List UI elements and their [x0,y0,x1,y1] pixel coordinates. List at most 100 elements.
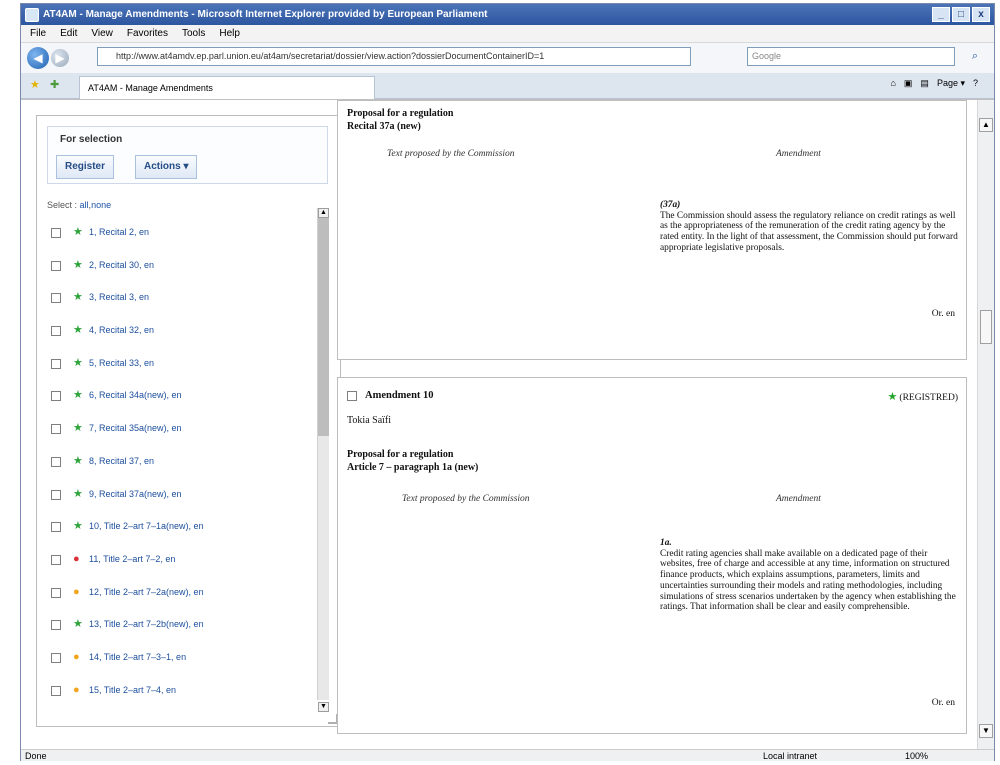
menu-help[interactable]: Help [219,28,240,39]
maximize-icon[interactable]: □ [952,7,970,22]
amendment-text: 1a. Credit rating agencies shall make av… [660,538,958,613]
scroll-thumb[interactable] [318,218,329,436]
column-right-heading: Amendment [776,149,821,159]
tab-active[interactable]: AT4AM - Manage Amendments [79,76,375,99]
select-all-link[interactable]: all [80,200,89,210]
menu-file[interactable]: File [30,28,46,39]
desktop-frame: AT4AM - Manage Amendments - Microsoft In… [0,0,1000,765]
minimize-icon[interactable]: _ [932,7,950,22]
scroll-down-icon[interactable]: ▼ [318,702,329,712]
status-text: (REGISTRED) [899,393,958,403]
status-icon: ● [73,683,80,696]
print-icon[interactable]: ▤ [920,78,929,89]
checkbox[interactable] [51,685,61,696]
list-item-label[interactable]: 13, Title 2–art 7–2b(new), en [89,619,204,629]
checkbox[interactable] [51,326,61,337]
list-item[interactable]: ● 12, Title 2–art 7–2a(new), en [51,585,306,618]
address-field[interactable]: http://www.at4amdv.ep.parl.union.eu/at4a… [97,47,691,66]
page-scroll-thumb[interactable] [980,310,992,344]
favorites-star-icon[interactable]: ★ [30,78,40,91]
list-item-label[interactable]: 7, Recital 35a(new), en [89,423,182,433]
list-item[interactable]: ● 11, Title 2–art 7–2, en [51,552,306,585]
checkbox[interactable] [51,456,61,467]
amendment-title: Amendment 10 [365,390,434,401]
window-titlebar: AT4AM - Manage Amendments - Microsoft In… [21,4,994,25]
checkbox[interactable] [51,260,61,271]
feeds-icon[interactable]: ▣ [904,78,913,89]
register-button[interactable]: Register [56,155,115,179]
list-item-label[interactable]: 1, Recital 2, en [89,227,149,237]
checkbox[interactable] [51,391,61,402]
page-scrollbar[interactable]: ▲ ▼ [977,100,994,750]
zoom-label[interactable]: 100% [905,750,928,762]
checkbox[interactable] [51,587,61,598]
list-item[interactable]: ● 14, Title 2–art 7–3–1, en [51,650,306,683]
checkbox[interactable] [51,293,61,304]
select-label: Select : [47,200,78,210]
column-left-heading: Text proposed by the Commission [387,149,515,159]
home-icon[interactable]: ⌂ [890,78,895,89]
page-scroll-up-icon[interactable]: ▲ [979,118,993,132]
list-item[interactable]: ★ 9, Recital 37a(new), en [51,487,306,520]
list-item[interactable]: ★ 4, Recital 32, en [51,323,306,356]
list-item[interactable]: ★ 2, Recital 30, en [51,258,306,291]
address-bar: ◀ ▶ http://www.at4amdv.ep.parl.union.eu/… [21,43,994,73]
menu-favorites[interactable]: Favorites [127,28,168,39]
list-item-label[interactable]: 2, Recital 30, en [89,260,154,270]
tab-bar: ★ ✚ AT4AM - Manage Amendments ⌂ ▣ ▤ Page… [21,73,994,99]
list-item-label[interactable]: 14, Title 2–art 7–3–1, en [89,652,186,662]
list-item-label[interactable]: 15, Title 2–art 7–4, en [89,685,176,695]
checkbox[interactable] [51,228,61,238]
amendment-body: The Commission should assess the regulat… [660,210,958,253]
checkbox[interactable] [51,652,61,663]
amendment-checkbox[interactable] [347,390,357,401]
list-item-label[interactable]: 10, Title 2–art 7–1a(new), en [89,521,204,531]
select-none-link[interactable]: none [91,200,111,210]
page-scroll-down-icon[interactable]: ▼ [979,724,993,738]
list-item-label[interactable]: 3, Recital 3, en [89,292,149,302]
list-item[interactable]: ★ 6, Recital 34a(new), en [51,388,306,421]
search-field[interactable]: Google [747,47,955,66]
scroll-up-icon[interactable]: ▲ [318,208,329,218]
list-item[interactable]: ★ 3, Recital 3, en [51,290,306,323]
list-item[interactable]: ● 15, Title 2–art 7–4, en [51,683,306,716]
menu-view[interactable]: View [91,28,113,39]
checkbox[interactable] [51,620,61,631]
checkbox[interactable] [51,522,61,533]
list-scrollbar[interactable]: ▲ ▼ [317,208,329,712]
list-item-label[interactable]: 11, Title 2–art 7–2, en [89,554,175,564]
list-item-label[interactable]: 8, Recital 37, en [89,456,154,466]
search-icon[interactable]: ⌕ [972,50,978,63]
checkbox[interactable] [51,489,61,500]
list-item[interactable]: ★ 5, Recital 33, en [51,356,306,389]
list-item[interactable]: ★ 7, Recital 35a(new), en [51,421,306,454]
page-menu[interactable]: Page ▾ [937,78,965,89]
close-icon[interactable]: x [972,7,990,22]
list-item[interactable]: ★ 1, Recital 2, en [51,225,306,258]
checkbox[interactable] [51,358,61,369]
list-item-label[interactable]: 9, Recital 37a(new), en [89,489,182,499]
status-icon: ★ [73,356,83,369]
window-controls: _ □ x [932,7,990,22]
forward-button[interactable]: ▶ [51,49,69,67]
list-item-label[interactable]: 12, Title 2–art 7–2a(new), en [89,587,204,597]
list-item[interactable]: ★ 13, Title 2–art 7–2b(new), en [51,617,306,650]
status-icon: ★ [73,291,83,304]
status-icon: ● [73,650,80,663]
list-item-label[interactable]: 4, Recital 32, en [89,325,154,335]
list-item-label[interactable]: 5, Recital 33, en [89,358,154,368]
list-item[interactable]: ★ 8, Recital 37, en [51,454,306,487]
column-left-heading: Text proposed by the Commission [402,494,530,504]
add-favorites-icon[interactable]: ✚ [50,78,59,91]
menu-tools[interactable]: Tools [182,28,205,39]
status-bar: Done Local intranet 100% [21,749,994,761]
list-item-label[interactable]: 6, Recital 34a(new), en [89,390,182,400]
back-button[interactable]: ◀ [27,47,49,69]
help-icon[interactable]: ? [973,78,978,89]
checkbox[interactable] [51,424,61,435]
checkbox[interactable] [51,554,61,565]
status-icon: ★ [73,520,83,533]
menu-edit[interactable]: Edit [60,28,77,39]
actions-button[interactable]: Actions ▾ [135,155,198,179]
list-item[interactable]: ★ 10, Title 2–art 7–1a(new), en [51,519,306,552]
